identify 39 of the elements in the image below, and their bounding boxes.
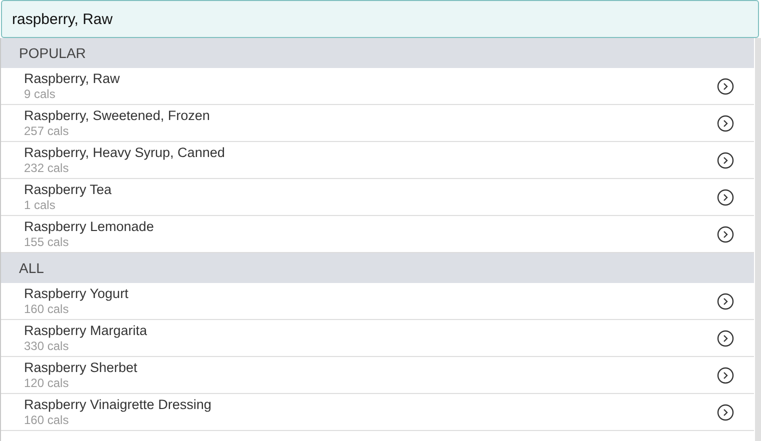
food-name: Raspberry, Raw bbox=[24, 71, 121, 87]
section-header: ALL bbox=[1, 253, 754, 283]
food-name: Raspberry Tea bbox=[24, 182, 113, 198]
food-result-row[interactable]: Raspberry Vinaigrette Dressing 160 cals bbox=[1, 394, 754, 431]
food-name: Raspberry Yogurt bbox=[24, 286, 130, 302]
food-result-row[interactable]: Raspberry Sherbet 120 cals bbox=[1, 357, 754, 394]
chevron-circle-icon[interactable] bbox=[717, 330, 734, 346]
calorie-count: 155 cals bbox=[24, 235, 70, 249]
calorie-count: 232 cals bbox=[24, 161, 70, 175]
calorie-count: 257 cals bbox=[24, 124, 70, 138]
chevron-circle-icon[interactable] bbox=[717, 226, 734, 242]
food-name: Raspberry, Heavy Syrup, Canned bbox=[24, 145, 226, 161]
section-header: POPULAR bbox=[1, 38, 754, 68]
chevron-circle-icon[interactable] bbox=[717, 366, 734, 384]
calorie-count: 160 cals bbox=[24, 413, 70, 427]
calorie-count: 9 cals bbox=[24, 87, 56, 101]
chevron-circle-icon[interactable] bbox=[717, 404, 734, 420]
food-name: Raspberry Margarita bbox=[24, 323, 148, 339]
chevron-circle-icon[interactable] bbox=[717, 292, 734, 310]
food-name: Raspberry Sherbet bbox=[24, 360, 138, 376]
calorie-count: 1 cals bbox=[24, 198, 56, 212]
food-result-row[interactable]: Raspberry, Raw 9 cals bbox=[1, 68, 754, 105]
chevron-circle-icon[interactable] bbox=[717, 188, 734, 206]
food-result-row[interactable]: Raspberry Tea 1 cals bbox=[1, 179, 754, 216]
food-result-row[interactable]: Raspberry Yogurt 160 cals bbox=[1, 283, 754, 320]
chevron-circle-icon[interactable] bbox=[717, 78, 734, 94]
scrollbar[interactable] bbox=[755, 38, 761, 441]
calorie-count: 120 cals bbox=[24, 376, 70, 390]
food-name: Raspberry Vinaigrette Dressing bbox=[24, 397, 212, 413]
calorie-count: 160 cals bbox=[24, 302, 70, 316]
search-field[interactable]: raspberry, Raw bbox=[1, 0, 759, 38]
chevron-circle-icon[interactable] bbox=[717, 152, 734, 168]
food-result-row[interactable]: Raspberry, Sweetened, Frozen 257 cals bbox=[1, 105, 754, 142]
food-name: Raspberry Lemonade bbox=[24, 219, 155, 235]
food-name: Raspberry, Sweetened, Frozen bbox=[24, 108, 211, 124]
food-result-row[interactable]: Raspberry Margarita 330 cals bbox=[1, 320, 754, 357]
food-result-row[interactable]: Raspberry, Heavy Syrup, Canned 232 cals bbox=[1, 142, 754, 179]
calorie-count: 330 cals bbox=[24, 339, 70, 353]
chevron-circle-icon[interactable] bbox=[717, 114, 734, 132]
